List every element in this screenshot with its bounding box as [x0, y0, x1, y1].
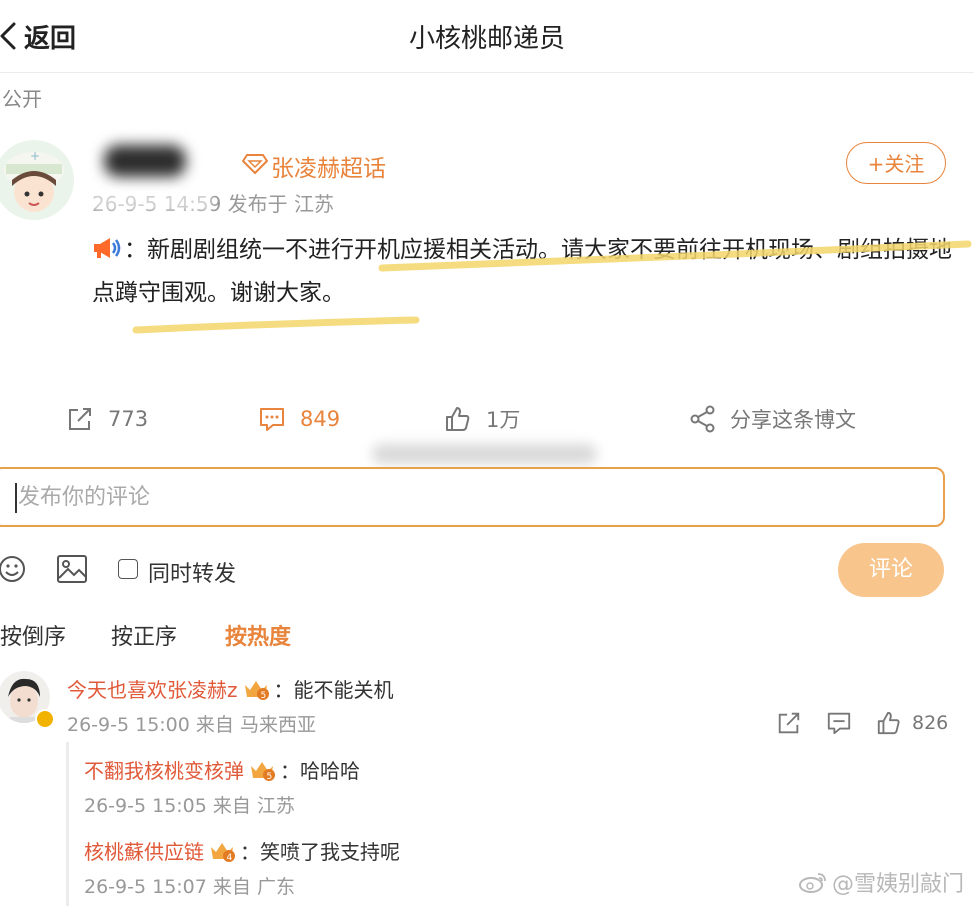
like-icon [446, 407, 470, 431]
image-icon[interactable] [56, 554, 88, 584]
comment-count: 849 [300, 407, 341, 431]
watermark-text: @雪姨别敲门 [831, 872, 964, 897]
author-avatar[interactable]: + [0, 140, 74, 220]
comment-repost-icon[interactable] [776, 710, 802, 736]
svg-text:+: + [30, 149, 40, 163]
reply-text: ：笑喷了我支持呢 [240, 840, 400, 864]
fan-crown-badge-icon: 4 [211, 842, 235, 863]
top-bar: 返回 小核桃邮递员 [0, 0, 974, 73]
emoji-icon[interactable] [0, 555, 26, 583]
comment-like-count: 826 [912, 712, 949, 734]
comment-action[interactable]: 849 [258, 402, 340, 436]
avatar-illustration: + [0, 140, 74, 220]
sort-hot-tab[interactable]: 按热度 [225, 619, 291, 651]
verified-badge-icon [35, 709, 55, 729]
repost-action[interactable]: 773 [66, 402, 148, 436]
source-watermark: @雪姨别敲门 [798, 866, 964, 898]
repost-icon [69, 408, 91, 430]
svg-text:5: 5 [260, 691, 266, 701]
post-text: ：新剧剧组统一不进行开机应援相关活动。请大家不要前往开机现场、剧组拍摄地点蹲守围… [92, 237, 952, 306]
text-cursor [15, 483, 17, 513]
megaphone-icon [94, 238, 121, 258]
reply-author-name[interactable]: 不翻我核桃变核弹 [84, 755, 244, 784]
author-name-redacted [104, 145, 186, 177]
post-content: ：新剧剧组统一不进行开机应援相关活动。请大家不要前往开机现场、剧组拍摄地点蹲守围… [92, 229, 962, 315]
repost-checkbox-label[interactable]: 同时转发 [148, 556, 236, 588]
repost-checkbox[interactable] [118, 559, 138, 579]
comment-reply-icon[interactable] [826, 710, 852, 736]
reply-meta: 26-9-5 15:07 来自 广东 [84, 876, 295, 898]
comment-input[interactable] [0, 467, 945, 527]
comment-icon [260, 408, 284, 431]
svg-text:4: 4 [227, 853, 233, 863]
super-topic-icon [242, 154, 268, 174]
sort-oldest-tab[interactable]: 按正序 [111, 619, 177, 651]
like-count: 1万 [486, 408, 521, 432]
reply-line: 不翻我核桃变核弹 5 ：哈哈哈 [84, 755, 360, 784]
page-title: 小核桃邮递员 [408, 24, 565, 54]
svg-text:5: 5 [267, 772, 273, 782]
comment-like-icon[interactable] [876, 710, 902, 736]
comment-meta: 26-9-5 15:00 来自 马来西亚 [67, 714, 316, 736]
share-label: 分享这条博文 [730, 408, 856, 432]
share-action[interactable]: 分享这条博文 [690, 402, 856, 436]
reply-text: ：哈哈哈 [280, 759, 360, 783]
like-action[interactable]: 1万 [444, 402, 520, 436]
post-time-redaction [92, 189, 212, 211]
fan-crown-badge-icon: 5 [251, 761, 275, 782]
reply-line: 核桃蘇供应链 4 ：笑喷了我支持呢 [84, 836, 400, 865]
commenter-name[interactable]: 今天也喜欢张凌赫z [67, 674, 238, 703]
comment-actions: 826 [776, 710, 948, 736]
comment-line: 今天也喜欢张凌赫z 5 ：能不能关机 [67, 674, 394, 703]
visibility-label: 公开 [2, 87, 42, 111]
reply-meta: 26-9-5 15:05 来自 江苏 [84, 795, 295, 817]
submit-comment-button[interactable]: 评论 [838, 543, 944, 597]
comment-text: ：能不能关机 [273, 678, 394, 702]
repost-count: 773 [108, 407, 149, 431]
follow-button[interactable]: +关注 [846, 142, 946, 184]
super-topic-link[interactable]: 张凌赫超话 [271, 149, 386, 183]
sort-newest-tab[interactable]: 按倒序 [0, 619, 66, 651]
weibo-logo-icon [798, 873, 826, 893]
blurred-watermark [372, 444, 597, 464]
fan-crown-badge-icon: 5 [244, 680, 269, 701]
share-icon [690, 405, 715, 433]
reply-author-name[interactable]: 核桃蘇供应链 [84, 836, 204, 865]
